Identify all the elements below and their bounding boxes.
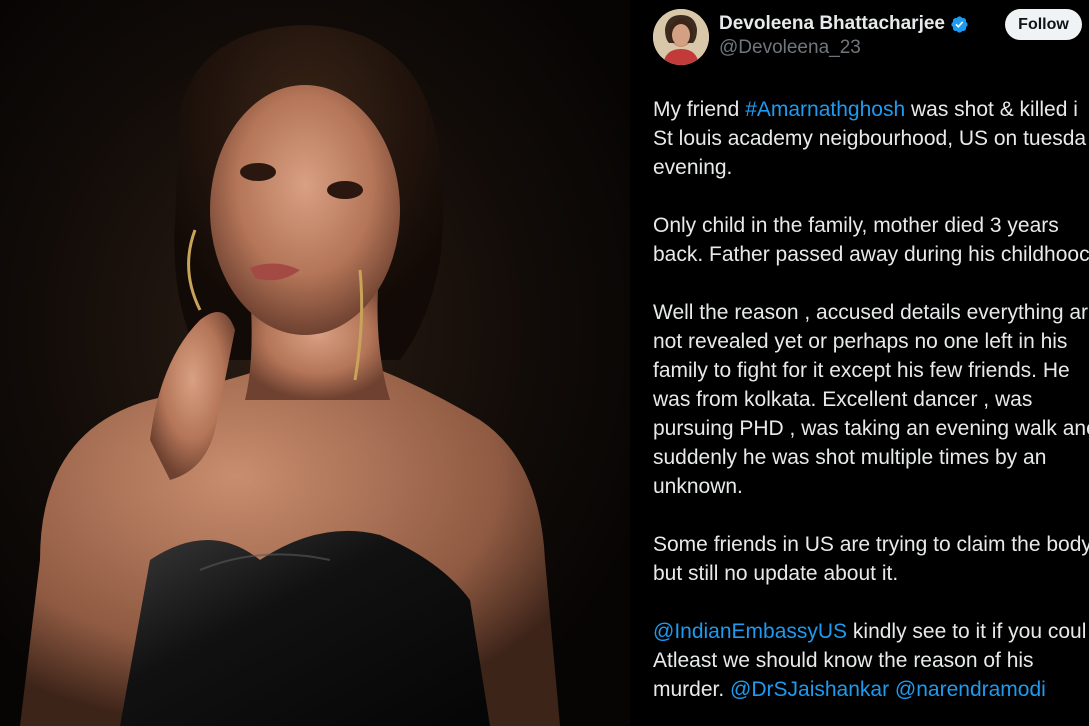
mention-link[interactable]: @IndianEmbassyUS — [653, 620, 847, 643]
tweet-text-segment: kindly see to it if you coul — [847, 620, 1087, 643]
avatar-image — [653, 9, 709, 65]
tweet-text: My friend #Amarnathghosh was shot & kill… — [653, 95, 1089, 726]
tweet-line: Some friends in US are trying to claim t… — [653, 530, 1089, 559]
tweet-text-segment: back. Father passed away during his chil… — [653, 243, 1089, 266]
author-handle[interactable]: @Devoleena_23 — [719, 37, 861, 59]
tweet-text-segment: unknown. — [653, 475, 743, 498]
tweet-line: Atleast we should know the reason of his — [653, 646, 1089, 675]
tweet-paragraph: My friend #Amarnathghosh was shot & kill… — [653, 95, 1089, 182]
tweet-line: Only child in the family, mother died 3 … — [653, 211, 1089, 240]
tweet-line: My friend #Amarnathghosh was shot & kill… — [653, 95, 1089, 124]
tweet-text-segment: murder. — [653, 678, 731, 701]
tweet-text-segment: was shot & killed i — [905, 98, 1078, 121]
tweet-line: unknown. — [653, 472, 1089, 501]
hashtag-link[interactable]: #Amarnathghosh — [745, 98, 905, 121]
mention-link[interactable]: @DrSJaishankar — [730, 678, 889, 701]
tweet-line: family to fight for it except his few fr… — [653, 356, 1089, 385]
portrait-illustration — [20, 25, 560, 726]
tweet-text-segment: Well the reason , accused details everyt… — [653, 301, 1089, 324]
tweet-line: evening. — [653, 153, 1089, 182]
tweet-paragraph: Well the reason , accused details everyt… — [653, 298, 1089, 501]
tweet-paragraph: @IndianEmbassyUS kindly see to it if you… — [653, 617, 1089, 704]
tweet-text-segment: but still no update about it. — [653, 562, 899, 585]
tweet-paragraph: Some friends in US are trying to claim t… — [653, 530, 1089, 588]
tweet-line: back. Father passed away during his chil… — [653, 240, 1089, 269]
tweet-line: murder. @DrSJaishankar @narendramodi — [653, 675, 1089, 704]
tweet-text-segment: Some friends in US are trying to claim t… — [653, 533, 1089, 556]
follow-button[interactable]: Follow — [1005, 9, 1082, 40]
portrait-photo[interactable] — [0, 0, 630, 726]
tweet-line: pursuing PHD , was taking an evening wal… — [653, 414, 1089, 443]
tweet-text-segment: My friend — [653, 98, 746, 121]
tweet-line: but still no update about it. — [653, 559, 1089, 588]
tweet-text-segment: was from kolkata. Excellent dancer , was — [653, 388, 1033, 411]
tweet-text-segment: Only child in the family, mother died 3 … — [653, 214, 1059, 237]
tweet-text-segment: pursuing PHD , was taking an evening wal… — [653, 417, 1089, 440]
tweet-paragraph: Only child in the family, mother died 3 … — [653, 211, 1089, 269]
author-display-name[interactable]: Devoleena Bhattacharjee — [719, 13, 945, 35]
tweet-header: Devoleena Bhattacharjee @Devoleena_23 Fo… — [653, 9, 1089, 69]
tweet-text-segment: suddenly he was shot multiple times by a… — [653, 446, 1047, 469]
tweet-line: not revealed yet or perhaps no one left … — [653, 327, 1089, 356]
tweet-text-segment: not revealed yet or perhaps no one left … — [653, 330, 1068, 353]
tweet-text-segment: Atleast we should know the reason of his — [653, 649, 1034, 672]
tweet-text-segment: family to fight for it except his few fr… — [653, 359, 1070, 382]
author-name-row: Devoleena Bhattacharjee — [719, 13, 969, 35]
mention-link[interactable]: @narendramodi — [895, 678, 1046, 701]
tweet-line: was from kolkata. Excellent dancer , was — [653, 385, 1089, 414]
verified-badge-icon — [951, 15, 968, 33]
tweet-text-segment: evening. — [653, 156, 733, 179]
tweet-card: Devoleena Bhattacharjee @Devoleena_23 Fo… — [630, 0, 1089, 726]
tweet-line: St louis academy neigbourhood, US on tue… — [653, 124, 1089, 153]
tweet-text-segment: St louis academy neigbourhood, US on tue… — [653, 127, 1087, 150]
tweet-line: Well the reason , accused details everyt… — [653, 298, 1089, 327]
author-avatar[interactable] — [653, 9, 709, 65]
tweet-line: suddenly he was shot multiple times by a… — [653, 443, 1089, 472]
tweet-line: @IndianEmbassyUS kindly see to it if you… — [653, 617, 1089, 646]
